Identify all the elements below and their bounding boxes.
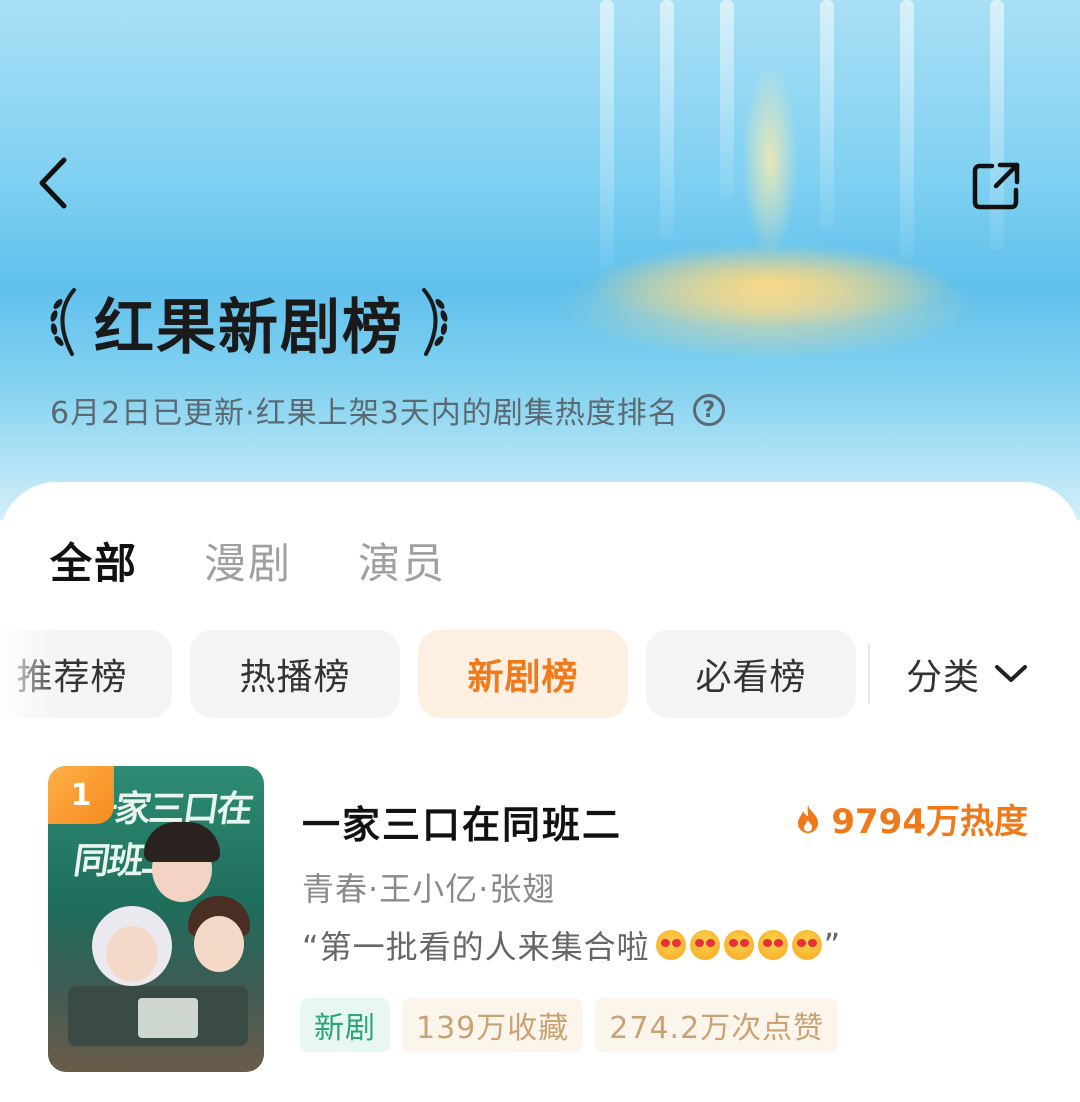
banner-decoration [600,0,614,270]
heart-eyes-emoji [689,930,720,960]
banner-decoration [900,0,914,260]
drama-quote: “第一批看的人来集合啦 ” [302,922,841,968]
drama-poster[interactable]: 一家三口在同班二 1 [48,766,264,1072]
chevron-left-icon [39,157,67,209]
back-button[interactable] [28,155,78,211]
chip-must-watch[interactable]: 必看榜 [646,630,856,718]
likes-badge: 274.2万次点赞 [595,998,839,1052]
flame-icon [798,804,819,833]
share-icon [972,162,1020,210]
laurel-icon [422,288,448,356]
poster-decoration [138,998,198,1038]
ranking-chip-bar: 推荐榜 热播榜 新剧榜 必看榜 分类 [0,630,1080,718]
tab-all[interactable]: 全部 [50,530,138,591]
header-banner: 红果新剧榜 6月2日已更新·红果上架3天内的剧集热度排名 ? [0,0,1080,520]
banner-glow [560,250,980,360]
quote-text: “第一批看的人来集合啦 [302,928,650,966]
banner-decoration [720,0,734,200]
tab-bar: 全部 漫剧 演员 [50,530,512,591]
divider [868,644,870,704]
help-circle-icon[interactable]: ? [692,394,725,426]
category-label: 分类 [906,657,981,698]
poster-figure [194,916,244,972]
scroll-fade [0,630,60,718]
title-row: 红果新剧榜 [44,282,454,363]
quote-close: ” [823,926,842,964]
new-drama-badge: 新剧 [300,998,390,1052]
list-item[interactable]: 一家三口在同班二 1 一家三口在同班二 9794万热度 青春·王小亿·张翅 “第… [48,766,1038,1072]
content-panel: 全部 漫剧 演员 推荐榜 热播榜 新剧榜 必看榜 分类 一家三口在同班二 1 一… [0,482,1080,1102]
page-subtitle: 6月2日已更新·红果上架3天内的剧集热度排名 [50,396,679,431]
badge-row: 新剧 139万收藏 274.2万次点赞 [300,998,850,1052]
drama-tags: 青春·王小亿·张翅 [302,870,556,908]
rank-badge: 1 [48,766,114,824]
chip-label: 新剧榜 [467,657,579,698]
tab-comic-drama[interactable]: 漫剧 [204,530,292,591]
subtitle-row: 6月2日已更新·红果上架3天内的剧集热度排名 ? [50,388,725,432]
heart-eyes-emoji [655,930,686,960]
chip-hot[interactable]: 热播榜 [190,630,400,718]
heat-score: 9794万热度 [795,794,1028,843]
share-button[interactable] [968,158,1024,214]
laurel-icon [50,288,76,356]
banner-decoration [660,0,674,240]
banner-decoration [820,0,834,230]
heart-eyes-emoji [723,930,754,960]
drama-title[interactable]: 一家三口在同班二 [302,794,622,849]
emoji-row [654,930,824,960]
tab-actors[interactable]: 演员 [358,530,446,591]
chip-label: 必看榜 [695,657,807,698]
page-title: 红果新剧榜 [94,292,404,363]
favorites-badge: 139万收藏 [402,998,584,1052]
chevron-down-icon [995,665,1028,682]
heat-value: 9794万热度 [831,802,1028,842]
chip-label: 热播榜 [239,657,351,698]
chip-new-drama[interactable]: 新剧榜 [418,630,628,718]
heart-eyes-emoji [791,930,822,960]
category-dropdown[interactable]: 分类 [906,630,1028,718]
heart-eyes-emoji [757,930,788,960]
poster-figure [106,926,158,982]
